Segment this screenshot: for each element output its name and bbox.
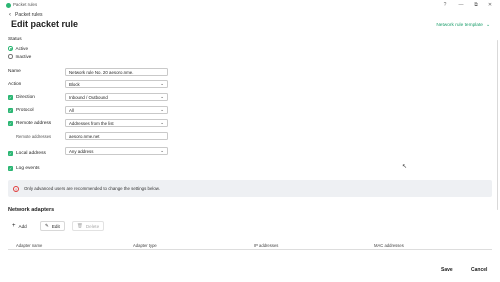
restore-icon[interactable]: ⧉	[472, 2, 480, 8]
network-rule-template-dropdown[interactable]: Network rule template ⌄	[436, 23, 490, 28]
name-input[interactable]: Network rule No. 20 aesoro.nme.	[65, 68, 168, 76]
direction-checkbox[interactable]: ✓ Direction	[8, 95, 35, 100]
vertical-scrollbar[interactable]	[496, 40, 498, 210]
add-adapter-button[interactable]: + Add	[8, 221, 31, 231]
window-titlebar: Packet rules ? — ⧉ ✕	[0, 0, 500, 10]
chevron-down-icon: ⌄	[160, 120, 164, 125]
chevron-down-icon: ⌄	[160, 148, 164, 153]
radio-empty-icon	[8, 54, 13, 59]
edit-adapter-button[interactable]: ✎ Edit	[40, 221, 65, 231]
status-active-radio[interactable]: Active	[8, 46, 28, 51]
radio-selected-icon	[8, 46, 13, 51]
close-icon[interactable]: ✕	[486, 2, 494, 8]
info-text: Only advanced users are recommended to c…	[24, 186, 160, 191]
mouse-cursor-icon: ↖	[402, 164, 408, 170]
window-title: Packet rules	[13, 2, 38, 7]
adapters-table-header: Adapter name Adapter type IP addresses M…	[8, 239, 492, 250]
protocol-label: Protocol	[16, 108, 34, 113]
column-mac-addresses[interactable]: MAC addresses	[374, 243, 404, 248]
direction-select[interactable]: Inbound / Outbound ⌄	[65, 93, 168, 101]
column-adapter-type[interactable]: Adapter type	[133, 243, 157, 248]
local-address-select[interactable]: Any address ⌄	[65, 147, 168, 155]
pencil-icon: ✎	[45, 223, 49, 228]
log-events-checkbox[interactable]: ✓ Log events	[8, 166, 39, 171]
status-inactive-label: Inactive	[15, 54, 32, 59]
checkbox-checked-icon: ✓	[8, 95, 13, 100]
checkbox-checked-icon: ✓	[8, 121, 13, 126]
column-ip-addresses[interactable]: IP addresses	[254, 243, 278, 248]
remote-addresses-label: Remote addresses	[16, 134, 52, 139]
protocol-value: All	[69, 107, 74, 113]
warning-icon: !	[13, 185, 19, 192]
warning-info-bar: ! Only advanced users are recommended to…	[8, 180, 492, 197]
direction-value: Inbound / Outbound	[69, 94, 108, 100]
checkbox-checked-icon: ✓	[8, 166, 13, 171]
delete-adapter-button[interactable]: 🗑 Delete	[72, 221, 105, 231]
remote-addresses-value: aesoro.nme.net	[69, 133, 100, 139]
status-active-label: Active	[15, 46, 29, 51]
status-label: Status	[8, 37, 22, 42]
checkbox-checked-icon: ✓	[8, 108, 13, 113]
remote-address-checkbox[interactable]: ✓ Remote address	[8, 121, 51, 126]
chevron-down-icon: ⌄	[485, 23, 490, 28]
app-logo-icon	[6, 2, 11, 8]
chevron-down-icon: ⌄	[160, 81, 164, 86]
remote-address-select[interactable]: Addresses from the list ⌄	[65, 119, 168, 127]
edit-label: Edit	[51, 223, 60, 229]
template-label: Network rule template	[436, 23, 483, 28]
remote-addresses-input[interactable]: aesoro.nme.net	[65, 132, 168, 140]
chevron-left-icon: ‹	[9, 12, 11, 18]
local-address-value: Any address	[69, 148, 94, 154]
checkbox-checked-icon: ✓	[8, 151, 13, 156]
delete-label: Delete	[85, 223, 100, 229]
trash-icon: 🗑	[77, 223, 83, 228]
column-adapter-name[interactable]: Adapter name	[16, 243, 42, 248]
name-label-text: Name	[8, 69, 21, 74]
direction-label: Direction	[16, 95, 35, 100]
protocol-checkbox[interactable]: ✓ Protocol	[8, 108, 34, 113]
action-select[interactable]: Block ⌄	[65, 80, 168, 88]
plus-icon: +	[12, 223, 16, 229]
page-title: Edit packet rule	[11, 19, 79, 29]
action-label-text: Action	[8, 82, 22, 87]
protocol-select[interactable]: All ⌄	[65, 106, 168, 114]
add-label: Add	[18, 223, 27, 229]
name-label: Name	[8, 69, 21, 74]
log-events-label: Log events	[16, 166, 40, 171]
back-link[interactable]: ‹ Packet rules	[9, 12, 43, 18]
remote-address-value: Addresses from the list	[69, 120, 114, 126]
status-inactive-radio[interactable]: Inactive	[8, 54, 31, 59]
help-icon[interactable]: ?	[441, 2, 449, 8]
cancel-button[interactable]: Cancel	[471, 267, 487, 273]
name-value: Network rule No. 20 aesoro.nme.	[69, 69, 134, 75]
back-label: Packet rules	[15, 12, 43, 18]
network-adapters-title: Network adapters	[8, 207, 55, 213]
minimize-icon[interactable]: —	[457, 2, 465, 8]
action-label: Action	[8, 82, 21, 87]
action-value: Block	[69, 81, 80, 87]
save-button[interactable]: Save	[441, 267, 453, 273]
chevron-down-icon: ⌄	[160, 94, 164, 99]
local-address-label: Local address	[16, 151, 46, 156]
chevron-down-icon: ⌄	[160, 107, 164, 112]
local-address-checkbox[interactable]: ✓ Local address	[8, 151, 46, 156]
remote-address-label: Remote address	[16, 121, 52, 126]
